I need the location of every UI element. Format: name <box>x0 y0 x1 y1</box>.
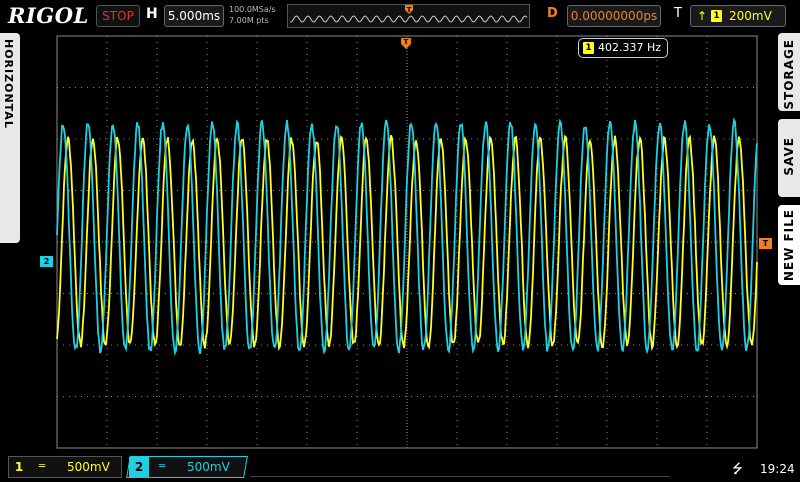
menu-save[interactable]: SAVE <box>778 119 800 197</box>
menu-save-label: SAVE <box>782 137 796 176</box>
channel-2-settings[interactable]: 2 ═ 500mV <box>126 456 248 478</box>
side-menu: STORAGE SAVE NEW FILE <box>778 33 800 285</box>
frequency-measurement[interactable]: 1 402.337 Hz <box>578 38 668 58</box>
clock-time: 19:24 <box>760 462 795 476</box>
menu-storage[interactable]: STORAGE <box>778 33 800 111</box>
bottom-status-bar: 1 ═ 500mV 2 ═ 500mV ⭍ 19:24 <box>0 452 800 480</box>
trigger-level-marker[interactable]: T <box>759 238 772 249</box>
menu-storage-label: STORAGE <box>782 39 796 110</box>
dc-coupling-icon: ═ <box>39 461 46 472</box>
frequency-value: 402.337 Hz <box>598 41 662 54</box>
ch2-ground-marker[interactable]: 2 <box>40 256 53 267</box>
trigger-position-arrow-label: T <box>404 38 409 46</box>
menu-new-file[interactable]: NEW FILE <box>778 205 800 285</box>
usb-icon: ⭍ <box>732 462 743 477</box>
bottom-empty-slot <box>250 456 670 477</box>
channel-2-number: 2 <box>129 457 149 477</box>
channel-1-number: 1 <box>14 460 24 474</box>
horizontal-tab[interactable]: HORIZONTAL <box>0 33 20 243</box>
measurement-channel: 1 <box>583 42 594 54</box>
channel-1-settings[interactable]: 1 ═ 500mV <box>8 456 122 478</box>
dc-coupling-icon: ═ <box>159 461 166 472</box>
waveform-display[interactable]: T <box>0 0 800 480</box>
channel-1-scale: 500mV <box>67 460 110 474</box>
horizontal-tab-label: HORIZONTAL <box>2 39 15 129</box>
menu-new-file-label: NEW FILE <box>782 209 796 282</box>
channel-2-scale: 500mV <box>187 460 230 474</box>
